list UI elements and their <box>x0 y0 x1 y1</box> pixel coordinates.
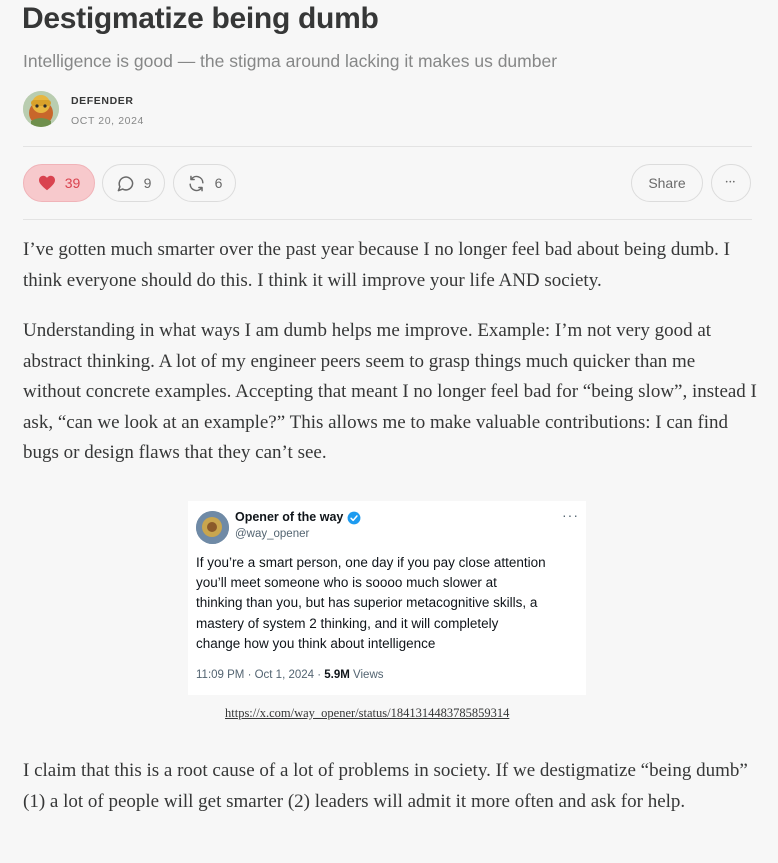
comment-button[interactable]: 9 <box>102 164 165 202</box>
tweet-author-name: Opener of the way <box>235 510 344 524</box>
tweet-handle: @way_opener <box>235 528 310 540</box>
post-title: Destigmatize being dumb <box>22 2 379 35</box>
tweet-line: mastery of system 2 thinking, and it wil… <box>196 615 499 631</box>
tweet-line: If you’re a smart person, one day if you… <box>196 555 546 570</box>
restack-count: 6 <box>214 175 223 191</box>
tweet-more-icon: ··· <box>562 507 579 523</box>
like-count: 39 <box>64 175 81 191</box>
author-name[interactable]: DEFENDER <box>71 95 134 107</box>
tweet-source-link[interactable]: https://x.com/way_opener/status/18413144… <box>225 706 509 721</box>
tweet-avatar-image <box>196 511 229 544</box>
share-button[interactable]: Share <box>631 164 703 202</box>
restack-icon <box>189 175 204 191</box>
avatar-image <box>23 91 59 127</box>
paragraph-2: Understanding in what ways I am dumb hel… <box>23 320 757 463</box>
heart-icon <box>38 175 55 191</box>
paragraph-1: I’ve gotten much smarter over the past y… <box>23 239 730 291</box>
tweet-views-count: 5.9M <box>324 669 350 681</box>
tweet-meta: 11:09 PM · Oct 1, 2024 · 5.9M Views <box>196 669 384 681</box>
more-dots-icon: ••• <box>725 180 737 186</box>
tweet-line: thinking than you, but has superior meta… <box>196 595 538 611</box>
tweet-text: If you’re a smart person, one day if you… <box>196 553 580 654</box>
tweet-timestamp: 11:09 PM · Oct 1, 2024 · <box>196 669 325 681</box>
author-avatar[interactable] <box>23 91 59 127</box>
comment-bubble-icon <box>117 175 133 191</box>
divider-top <box>23 146 752 147</box>
tweet-views-label: Views <box>349 669 384 681</box>
paragraph-3: I claim that this is a root cause of a l… <box>23 760 748 812</box>
comment-count: 9 <box>143 175 152 191</box>
like-button[interactable]: 39 <box>23 164 95 202</box>
more-button[interactable]: ••• <box>711 164 751 202</box>
embedded-tweet-image[interactable]: Opener of the way @way_opener ··· If you… <box>188 501 586 695</box>
divider-bottom <box>23 219 752 220</box>
post-date: OCT 20, 2024 <box>71 115 144 127</box>
verified-badge-icon <box>347 511 361 525</box>
post-subtitle: Intelligence is good — the stigma around… <box>23 51 558 71</box>
tweet-avatar <box>196 511 229 544</box>
tweet-line: change how you think about intelligence <box>196 635 436 651</box>
post-page: Destigmatize being dumb Intelligence is … <box>0 0 778 863</box>
restack-button[interactable]: 6 <box>173 164 236 202</box>
tweet-line: you’ll meet someone who is soooo much sl… <box>196 575 497 591</box>
share-label: Share <box>648 175 686 191</box>
